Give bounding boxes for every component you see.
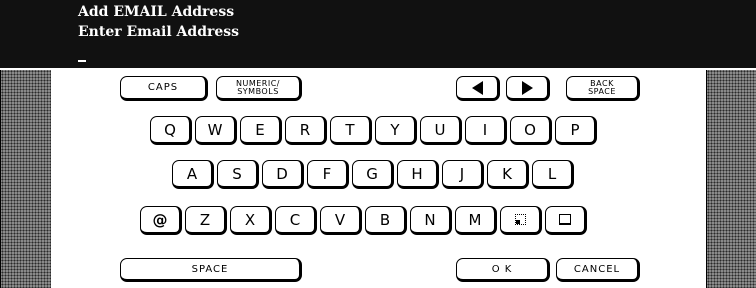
key-label: Y <box>390 120 400 139</box>
key-label: M <box>468 210 482 229</box>
key-m[interactable]: M <box>455 206 497 235</box>
key-label: I <box>482 120 488 139</box>
key-v[interactable]: V <box>320 206 362 235</box>
key-a[interactable]: A <box>172 160 214 189</box>
key-r[interactable]: R <box>285 116 327 145</box>
key-underscore-square[interactable] <box>545 206 587 235</box>
ok-label: O K <box>491 263 513 275</box>
key-k[interactable]: K <box>487 160 529 189</box>
key-s[interactable]: S <box>217 160 259 189</box>
cursor-right-button[interactable] <box>506 76 550 101</box>
key-q[interactable]: Q <box>150 116 192 145</box>
key-j[interactable]: J <box>442 160 484 189</box>
key-label: N <box>424 210 436 229</box>
text-cursor <box>78 60 86 62</box>
cancel-label: CANCEL <box>573 263 621 275</box>
key-label: H <box>411 164 423 183</box>
key-d[interactable]: D <box>262 160 304 189</box>
underscore-square-icon <box>559 214 571 225</box>
key-x[interactable]: X <box>230 206 272 235</box>
left-side-panel <box>0 70 52 288</box>
caps-label: CAPS <box>147 82 179 93</box>
key-dot-square[interactable] <box>500 206 542 235</box>
key-u[interactable]: U <box>420 116 462 145</box>
key-l[interactable]: L <box>532 160 574 189</box>
key-label: @ <box>152 210 168 229</box>
email-entry-screen: Add EMAIL Address Enter Email Address CA… <box>0 0 756 288</box>
cursor-left-button[interactable] <box>456 76 500 101</box>
ok-button[interactable]: O K <box>456 258 550 282</box>
key-o[interactable]: O <box>510 116 552 145</box>
numeric-symbols-label: NUMERIC/ SYMBOLS <box>236 79 280 96</box>
key-n[interactable]: N <box>410 206 452 235</box>
key-label: T <box>345 120 355 139</box>
key-g[interactable]: G <box>352 160 394 189</box>
arrow-left-icon <box>471 80 483 95</box>
key-w[interactable]: W <box>195 116 237 145</box>
key-label: E <box>255 120 265 139</box>
key-label: K <box>502 164 512 183</box>
key-b[interactable]: B <box>365 206 407 235</box>
key-label: O <box>524 120 536 139</box>
back-space-label: BACK SPACE <box>588 79 616 96</box>
key-label: D <box>276 164 288 183</box>
key-label: W <box>207 120 223 139</box>
screen-title: Add EMAIL Address <box>78 4 235 20</box>
dot-square-icon <box>514 214 526 225</box>
key-f[interactable]: F <box>307 160 349 189</box>
key-label: A <box>186 164 198 183</box>
numeric-symbols-button[interactable]: NUMERIC/ SYMBOLS <box>216 76 302 101</box>
key-label: R <box>299 120 311 139</box>
caps-button[interactable]: CAPS <box>120 76 208 101</box>
key-label: C <box>289 210 301 229</box>
key-label: J <box>459 164 465 183</box>
key-t[interactable]: T <box>330 116 372 145</box>
key-p[interactable]: P <box>555 116 597 145</box>
key-h[interactable]: H <box>397 160 439 189</box>
arrow-right-icon <box>521 80 533 95</box>
key-label: Z <box>199 210 211 229</box>
key-i[interactable]: I <box>465 116 507 145</box>
key-label: F <box>322 164 332 183</box>
entry-prompt: Enter Email Address <box>78 24 240 40</box>
cancel-button[interactable]: CANCEL <box>556 258 640 282</box>
key-c[interactable]: C <box>275 206 317 235</box>
key-label: B <box>379 210 391 229</box>
key-z[interactable]: Z <box>185 206 227 235</box>
key-label: Q <box>164 120 176 139</box>
space-label: SPACE <box>191 263 229 275</box>
key-at[interactable]: @ <box>140 206 182 235</box>
key-label: V <box>334 210 346 229</box>
back-label-line2: SPACE <box>588 86 616 96</box>
right-side-panel <box>706 70 756 288</box>
key-label: G <box>366 164 378 183</box>
key-label: P <box>570 120 580 139</box>
key-y[interactable]: Y <box>375 116 417 145</box>
key-label: U <box>434 120 446 139</box>
header-display: Add EMAIL Address Enter Email Address <box>0 0 756 70</box>
key-label: L <box>547 164 557 183</box>
key-e[interactable]: E <box>240 116 282 145</box>
key-label: S <box>232 164 242 183</box>
space-button[interactable]: SPACE <box>120 258 302 282</box>
numeric-label-line2: SYMBOLS <box>237 86 279 96</box>
back-space-button[interactable]: BACK SPACE <box>566 76 640 101</box>
key-label: X <box>244 210 256 229</box>
